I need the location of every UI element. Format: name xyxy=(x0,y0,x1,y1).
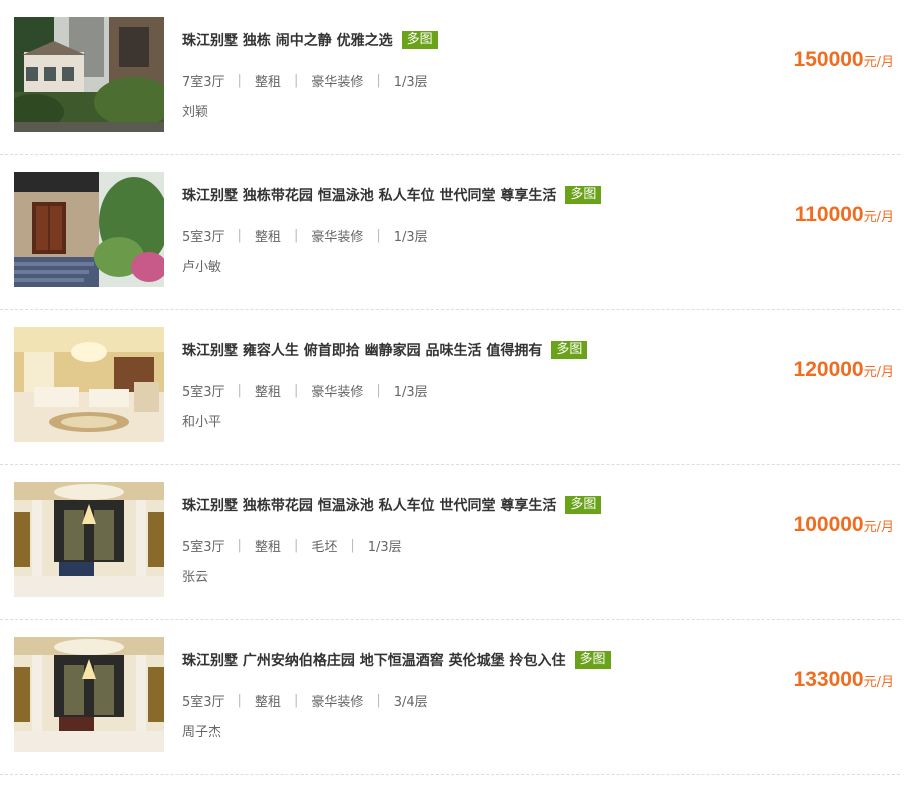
listing-details: 5室3厅 | 整租 | 豪华装修 | 1/3层 xyxy=(182,381,428,400)
agent-name[interactable]: 刘颖 xyxy=(182,101,208,120)
listing-title-row: 珠江别墅 广州安纳伯格庄园 地下恒温酒窖 英伦城堡 拎包入住 多图 xyxy=(182,649,611,671)
room-layout: 7室3厅 xyxy=(182,74,225,90)
price-unit: 元/月 xyxy=(863,210,894,225)
listing-thumbnail[interactable] xyxy=(14,482,164,597)
listing-item: 珠江别墅 独栋带花园 恒温泳池 私人车位 世代同堂 尊享生活 多图 5室3厅 |… xyxy=(0,155,900,310)
listing-thumbnail[interactable] xyxy=(14,172,164,287)
decoration-level: 豪华装修 xyxy=(311,384,364,400)
price-amount: 133000 xyxy=(793,668,864,691)
floor-info: 1/3层 xyxy=(367,539,402,555)
listing-details: 7室3厅 | 整租 | 豪华装修 | 1/3层 xyxy=(182,71,428,90)
divider: | xyxy=(376,382,381,398)
divider: | xyxy=(293,227,299,243)
rent-type: 整租 xyxy=(254,384,281,400)
floor-info: 1/3层 xyxy=(393,74,428,90)
villa-entrance-photo xyxy=(14,172,164,287)
listing-thumbnail[interactable] xyxy=(14,17,164,132)
rent-type: 整租 xyxy=(254,74,281,90)
price-unit: 元/月 xyxy=(863,520,894,535)
listing-details: 5室3厅 | 整租 | 豪华装修 | 3/4层 xyxy=(182,691,428,710)
divider: | xyxy=(376,227,381,243)
listing-item: 珠江别墅 独栋 闹中之静 优雅之选 多图 7室3厅 | 整租 | 豪华装修 | … xyxy=(0,0,900,155)
agent-name[interactable]: 卢小敏 xyxy=(182,256,221,275)
divider: | xyxy=(350,537,355,553)
listing-thumbnail[interactable] xyxy=(14,637,164,752)
listing-list: 珠江别墅 独栋 闹中之静 优雅之选 多图 7室3厅 | 整租 | 豪华装修 | … xyxy=(0,0,900,775)
divider: | xyxy=(237,537,242,553)
listing-item: 珠江别墅 雍容人生 俯首即拾 幽静家园 品味生活 值得拥有 多图 5室3厅 | … xyxy=(0,310,900,465)
listing-title[interactable]: 珠江别墅 独栋带花园 恒温泳池 私人车位 世代同堂 尊享生活 xyxy=(182,185,556,205)
divider: | xyxy=(293,382,299,398)
room-layout: 5室3厅 xyxy=(182,229,225,245)
listing-title[interactable]: 珠江别墅 独栋带花园 恒温泳池 私人车位 世代同堂 尊享生活 xyxy=(182,495,556,515)
agent-name[interactable]: 和小平 xyxy=(182,411,221,430)
more-photos-badge[interactable]: 多图 xyxy=(401,31,438,49)
price-amount: 150000 xyxy=(793,48,864,71)
more-photos-badge[interactable]: 多图 xyxy=(565,186,602,204)
divider: | xyxy=(293,72,299,88)
floor-info: 1/3层 xyxy=(393,229,428,245)
decoration-level: 毛坯 xyxy=(311,539,338,555)
decoration-level: 豪华装修 xyxy=(311,694,364,710)
listing-item: 珠江别墅 广州安纳伯格庄园 地下恒温酒窖 英伦城堡 拎包入住 多图 5室3厅 |… xyxy=(0,620,900,775)
listing-title-row: 珠江别墅 雍容人生 俯首即拾 幽静家园 品味生活 值得拥有 多图 xyxy=(182,339,588,361)
room-layout: 5室3厅 xyxy=(182,384,225,400)
room-layout: 5室3厅 xyxy=(182,539,225,555)
room-layout: 5室3厅 xyxy=(182,694,225,710)
columned-hall-photo xyxy=(14,637,164,752)
divider: | xyxy=(237,227,242,243)
divider: | xyxy=(237,382,242,398)
agent-name[interactable]: 张云 xyxy=(182,566,208,585)
villa-exterior-photo xyxy=(14,17,164,132)
listing-title[interactable]: 珠江别墅 雍容人生 俯首即拾 幽静家园 品味生活 值得拥有 xyxy=(182,340,542,360)
decoration-level: 豪华装修 xyxy=(311,229,364,245)
more-photos-badge[interactable]: 多图 xyxy=(574,651,611,669)
divider: | xyxy=(237,72,242,88)
divider: | xyxy=(376,72,381,88)
price-amount: 120000 xyxy=(793,358,864,381)
price-unit: 元/月 xyxy=(863,675,894,690)
listing-price: 133000元/月 xyxy=(794,668,894,692)
rent-type: 整租 xyxy=(254,539,281,555)
listing-price: 120000元/月 xyxy=(794,358,894,382)
listing-price: 150000元/月 xyxy=(794,48,894,72)
listing-title[interactable]: 珠江别墅 广州安纳伯格庄园 地下恒温酒窖 英伦城堡 拎包入住 xyxy=(182,650,566,670)
divider: | xyxy=(237,692,242,708)
divider: | xyxy=(376,692,381,708)
listing-title[interactable]: 珠江别墅 独栋 闹中之静 优雅之选 xyxy=(182,30,393,50)
price-unit: 元/月 xyxy=(863,55,894,70)
floor-info: 1/3层 xyxy=(393,384,428,400)
listing-price: 100000元/月 xyxy=(794,513,894,537)
listing-thumbnail[interactable] xyxy=(14,327,164,442)
listing-title-row: 珠江别墅 独栋带花园 恒温泳池 私人车位 世代同堂 尊享生活 多图 xyxy=(182,184,602,206)
listing-details: 5室3厅 | 整租 | 豪华装修 | 1/3层 xyxy=(182,226,428,245)
divider: | xyxy=(293,537,299,553)
living-room-photo xyxy=(14,327,164,442)
decoration-level: 豪华装修 xyxy=(311,74,364,90)
listing-title-row: 珠江别墅 独栋 闹中之静 优雅之选 多图 xyxy=(182,29,438,51)
more-photos-badge[interactable]: 多图 xyxy=(551,341,588,359)
price-amount: 110000 xyxy=(794,203,864,226)
columned-hall-photo xyxy=(14,482,164,597)
divider: | xyxy=(293,692,299,708)
listing-price: 110000元/月 xyxy=(795,203,894,227)
price-unit: 元/月 xyxy=(863,365,894,380)
floor-info: 3/4层 xyxy=(393,694,428,710)
agent-name[interactable]: 周子杰 xyxy=(182,721,221,740)
more-photos-badge[interactable]: 多图 xyxy=(565,496,602,514)
rent-type: 整租 xyxy=(254,229,281,245)
rent-type: 整租 xyxy=(254,694,281,710)
price-amount: 100000 xyxy=(793,513,864,536)
listing-details: 5室3厅 | 整租 | 毛坯 | 1/3层 xyxy=(182,536,402,555)
listing-item: 珠江别墅 独栋带花园 恒温泳池 私人车位 世代同堂 尊享生活 多图 5室3厅 |… xyxy=(0,465,900,620)
listing-title-row: 珠江别墅 独栋带花园 恒温泳池 私人车位 世代同堂 尊享生活 多图 xyxy=(182,494,602,516)
